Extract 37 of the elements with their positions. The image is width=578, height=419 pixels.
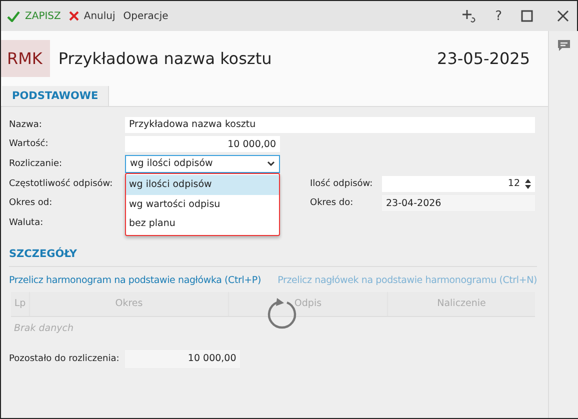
number-field[interactable]: 12 bbox=[382, 176, 535, 192]
field-label: Nazwa: bbox=[9, 120, 43, 130]
value-field: 10 000,00 bbox=[125, 350, 240, 368]
cancel-button[interactable]: Anuluj bbox=[68, 10, 116, 22]
dropdown-field[interactable]: wg ilości odpisów bbox=[125, 154, 280, 173]
field-label: Ilość odpisów: bbox=[310, 178, 374, 189]
cross-icon[interactable] bbox=[68, 11, 79, 21]
operations-button[interactable]: Operacje bbox=[123, 10, 168, 22]
spinner-arrows-icon[interactable] bbox=[525, 178, 531, 189]
section-title: SZCZEGÓŁY bbox=[9, 248, 537, 267]
field-label: Waluta: bbox=[9, 218, 44, 228]
chevron-down-icon[interactable] bbox=[267, 161, 275, 166]
field-label: Wartość: bbox=[9, 139, 50, 150]
comment-icon[interactable] bbox=[556, 39, 570, 52]
dropdown-option[interactable]: bez planu bbox=[126, 214, 279, 234]
field-label: Pozostało do rozliczenia: bbox=[9, 354, 120, 364]
date-field: 23-04-2026 bbox=[382, 195, 535, 212]
link[interactable]: Przelicz harmonogram na podstawie nagłówka (Ctrl+P) bbox=[9, 274, 261, 286]
help-button[interactable]: ? bbox=[492, 8, 505, 24]
field-label: Częstotliwość odpisów: bbox=[9, 178, 114, 189]
input-field[interactable]: 10 000,00 bbox=[125, 136, 280, 152]
field-label: Okres od: bbox=[9, 198, 54, 208]
close-icon[interactable] bbox=[557, 10, 569, 22]
field-label: Okres do: bbox=[310, 198, 354, 208]
empty-message: Brak danych bbox=[13, 322, 75, 336]
maximize-icon[interactable] bbox=[521, 10, 533, 22]
add-icon[interactable] bbox=[462, 9, 476, 23]
tab[interactable]: PODSTAWOWE bbox=[2, 86, 110, 106]
input-field[interactable]: Przykładowa nazwa kosztu bbox=[125, 116, 535, 133]
document-date: 23-05-2025 bbox=[437, 49, 530, 68]
check-icon[interactable] bbox=[7, 10, 20, 22]
dropdown-option[interactable]: wg wartości odpisu bbox=[126, 194, 279, 214]
document-badge: RMK bbox=[1, 40, 50, 77]
field-label: Rozliczanie: bbox=[9, 158, 64, 169]
dropdown-option[interactable]: wg ilości odpisów bbox=[126, 175, 279, 194]
document-title: Przykładowa nazwa kosztu bbox=[58, 49, 272, 68]
save-button[interactable]: ZAPISZ bbox=[7, 10, 61, 22]
